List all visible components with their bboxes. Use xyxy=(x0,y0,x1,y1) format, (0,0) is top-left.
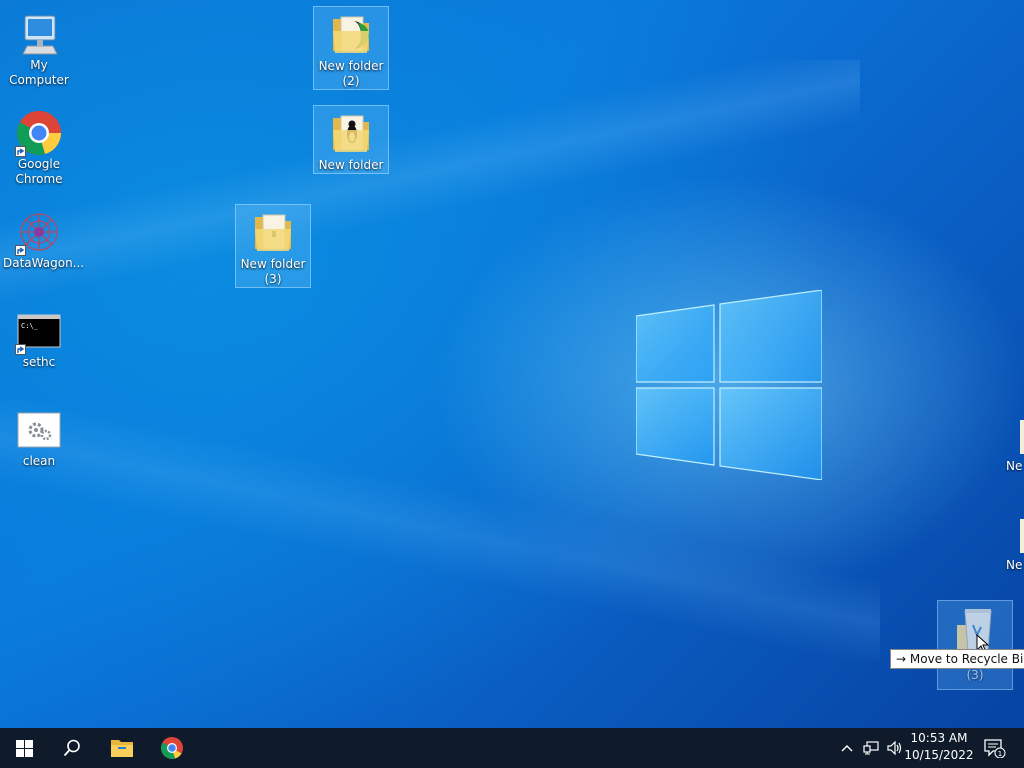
clock-time: 10:53 AM xyxy=(910,731,968,745)
taskbar: 10:53 AM 10/15/2022 1 xyxy=(0,728,1024,768)
computer-icon xyxy=(15,10,63,58)
command-prompt-icon: C:\_ xyxy=(15,307,63,355)
desktop-icon-google-chrome[interactable]: Google Chrome xyxy=(1,105,77,187)
svg-text:C:\_: C:\_ xyxy=(21,322,39,330)
folder-icon xyxy=(327,110,375,158)
network-button[interactable] xyxy=(860,728,882,768)
folder-icon xyxy=(1020,420,1024,454)
chrome-icon xyxy=(15,109,63,157)
shortcut-arrow-icon xyxy=(15,344,26,355)
arrow-right-icon: → xyxy=(896,652,907,666)
recycle-bin-icon xyxy=(951,605,999,653)
desktop-icon-label: sethc xyxy=(22,355,56,369)
network-icon xyxy=(863,741,879,755)
windows-logo-wallpaper xyxy=(636,290,822,480)
desktop-icon-label: clean xyxy=(22,454,56,468)
search-icon xyxy=(63,739,80,757)
tooltip-text: Move to Recycle Bin xyxy=(909,652,1024,666)
offscreen-icon-label: Ne xyxy=(1006,459,1023,473)
chrome-taskbar-button[interactable] xyxy=(148,728,196,768)
search-button[interactable] xyxy=(48,728,96,768)
drag-tooltip: → Move to Recycle Bin xyxy=(890,649,1024,669)
desktop-icon-drag-ghost[interactable]: New folder (3) xyxy=(937,600,1013,690)
offscreen-icon-partial[interactable]: Ne xyxy=(1006,519,1024,572)
light-beam-decor xyxy=(0,60,860,300)
file-explorer-button[interactable] xyxy=(98,728,146,768)
action-center-icon: 1 xyxy=(984,739,1006,758)
file-explorer-icon xyxy=(111,740,133,757)
batch-file-icon xyxy=(15,406,63,454)
desktop-icon-clean[interactable]: clean xyxy=(1,402,77,469)
datawagon-icon xyxy=(15,208,63,256)
desktop-icon-new-folder-3[interactable]: New folder (3) xyxy=(235,204,311,288)
desktop-icon-my-computer[interactable]: My Computer xyxy=(1,6,77,88)
shortcut-arrow-icon xyxy=(15,146,26,157)
action-center-button[interactable]: 1 xyxy=(980,728,1010,768)
taskbar-clock[interactable]: 10:53 AM 10/15/2022 xyxy=(900,730,978,764)
offscreen-icon-label: Ne xyxy=(1006,558,1023,572)
start-button[interactable] xyxy=(0,728,48,768)
desktop-icon-label: New folder (2) xyxy=(318,59,384,88)
shortcut-arrow-icon xyxy=(15,245,26,256)
desktop-icon-label: New folder (3) xyxy=(240,257,306,286)
clock-date: 10/15/2022 xyxy=(904,748,974,762)
desktop-icon-datawagon[interactable]: DataWagon... xyxy=(1,204,85,271)
desktop-icon-label: New folder xyxy=(318,158,384,172)
notification-count-badge: 1 xyxy=(998,750,1002,758)
desktop-icon-new-folder-2[interactable]: New folder (2) xyxy=(313,6,389,90)
desktop-icon-new-folder[interactable]: New folder xyxy=(313,105,389,174)
desktop-icon-label: My Computer xyxy=(9,58,69,87)
windows-start-icon xyxy=(15,739,33,757)
folder-icon xyxy=(249,209,297,257)
desktop-icon-sethc[interactable]: C:\_ sethc xyxy=(1,303,77,370)
folder-icon xyxy=(1020,519,1024,553)
desktop-icon-label: DataWagon... xyxy=(3,256,85,270)
offscreen-icon-partial[interactable]: Ne xyxy=(1006,420,1024,473)
chevron-up-icon xyxy=(841,745,853,752)
show-hidden-icons-button[interactable] xyxy=(838,728,856,768)
chrome-icon xyxy=(161,737,183,759)
folder-icon xyxy=(327,11,375,59)
desktop-icon-label: Google Chrome xyxy=(15,157,63,186)
